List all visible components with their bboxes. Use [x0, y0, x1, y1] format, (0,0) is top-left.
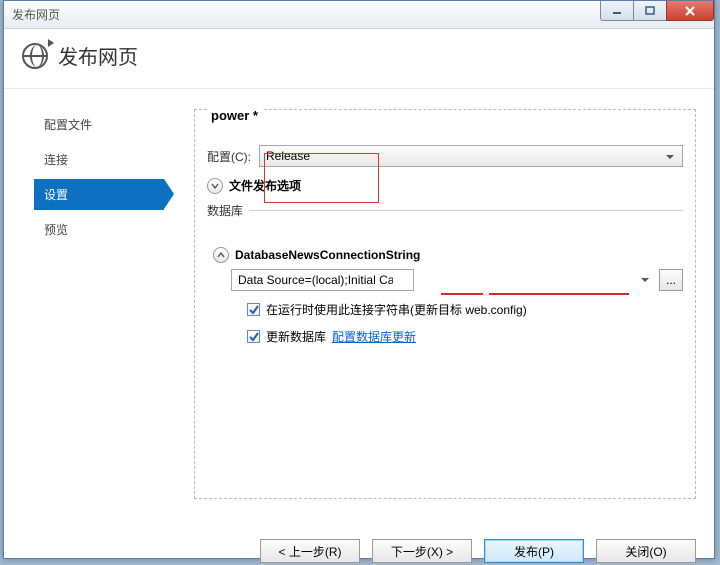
close-icon [684, 5, 696, 17]
maximize-icon [645, 6, 655, 16]
dialog-window: 发布网页 发布网页 配置文件 连接 设置 预览 power * [3, 0, 715, 559]
chevron-up-icon [213, 247, 229, 263]
globe-publish-icon [22, 43, 48, 69]
sidebar-item-profile[interactable]: 配置文件 [34, 109, 164, 140]
prev-button[interactable]: < 上一步(R) [260, 539, 360, 563]
minimize-icon [612, 6, 622, 16]
file-publish-options-expander[interactable]: 文件发布选项 [207, 177, 683, 194]
use-connection-runtime-label: 在运行时使用此连接字符串(更新目标 web.config) [266, 301, 527, 318]
chevron-down-icon [207, 178, 223, 194]
window-close-button[interactable] [666, 1, 714, 21]
publish-button[interactable]: 发布(P) [484, 539, 584, 563]
sidebar-item-label: 预览 [44, 223, 68, 237]
dialog-title: 发布网页 [58, 41, 138, 70]
dialog-footer: < 上一步(R) 下一步(X) > 发布(P) 关闭(O) [4, 529, 714, 563]
next-button[interactable]: 下一步(X) > [372, 539, 472, 563]
connection-string-row: ... [231, 269, 683, 291]
close-button[interactable]: 关闭(O) [596, 539, 696, 563]
configuration-select[interactable]: Release [259, 145, 683, 167]
window-maximize-button[interactable] [633, 1, 667, 21]
use-connection-runtime-checkbox[interactable] [247, 303, 260, 316]
checkmark-icon [249, 332, 259, 342]
button-label: 发布(P) [514, 543, 554, 560]
dropdown-arrow-icon [641, 278, 649, 282]
connection-string-combo[interactable] [231, 269, 653, 291]
sidebar-item-connection[interactable]: 连接 [34, 144, 164, 175]
highlight-underline [441, 293, 483, 295]
browse-connection-button[interactable]: ... [659, 269, 683, 291]
configuration-label: 配置(C): [207, 148, 251, 165]
update-database-label: 更新数据库 [266, 328, 326, 345]
project-name: power * [207, 108, 262, 123]
configure-database-update-link[interactable]: 配置数据库更新 [332, 328, 416, 345]
wizard-sidebar: 配置文件 连接 设置 预览 [4, 89, 164, 529]
highlight-underline [489, 293, 629, 295]
window-minimize-button[interactable] [600, 1, 634, 21]
button-label: 下一步(X) > [391, 543, 453, 560]
dialog-header: 发布网页 [4, 29, 714, 89]
sidebar-item-label: 配置文件 [44, 118, 92, 132]
sidebar-item-label: 连接 [44, 153, 68, 167]
update-database-row: 更新数据库 配置数据库更新 [247, 328, 683, 345]
sidebar-item-settings[interactable]: 设置 [34, 179, 164, 210]
configuration-value: Release [266, 149, 310, 163]
sidebar-item-preview[interactable]: 预览 [34, 214, 164, 245]
button-label: < 上一步(R) [278, 543, 341, 560]
database-section-label: 数据库 [207, 202, 249, 219]
connection-string-name: DatabaseNewsConnectionString [235, 248, 420, 262]
database-section: 数据库 DatabaseNewsConnectionString ... [207, 202, 683, 345]
ellipsis-icon: ... [666, 273, 676, 287]
main-panel: power * 配置(C): Release 文件发布选项 数据库 [194, 109, 696, 499]
connection-string-input[interactable] [231, 269, 414, 291]
checkmark-icon [249, 305, 259, 315]
configuration-row: 配置(C): Release [207, 145, 683, 167]
button-label: 关闭(O) [625, 543, 666, 560]
update-database-checkbox[interactable] [247, 330, 260, 343]
connection-string-expander[interactable]: DatabaseNewsConnectionString [213, 247, 683, 263]
window-title: 发布网页 [12, 6, 60, 23]
use-connection-runtime-row: 在运行时使用此连接字符串(更新目标 web.config) [247, 301, 683, 318]
title-bar[interactable]: 发布网页 [4, 1, 714, 29]
file-publish-options-label: 文件发布选项 [229, 177, 301, 194]
sidebar-item-label: 设置 [44, 188, 68, 202]
